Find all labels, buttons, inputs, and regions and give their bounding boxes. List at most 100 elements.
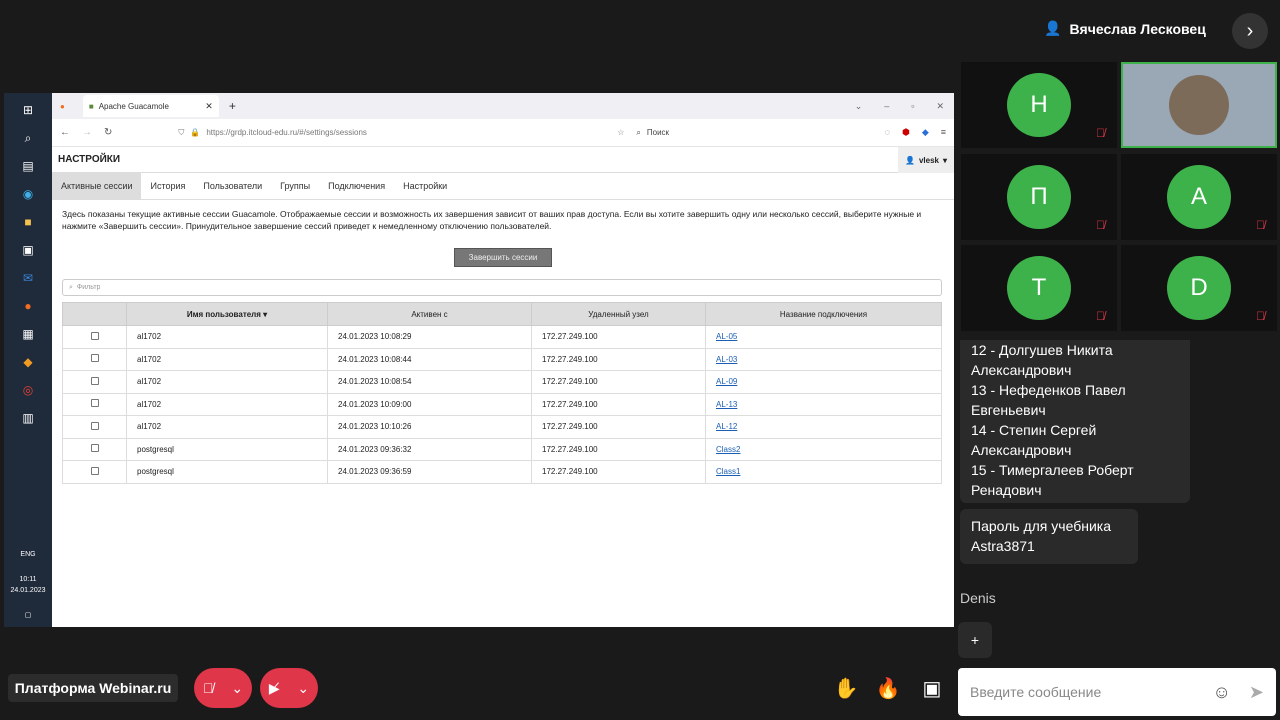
screen-share: ⊞ ⌕ ▤ ◉ ■ ▣ ✉ ● ▦ ◆ ◎ ▥ ENG 10:11 24.01.… [4, 93, 954, 627]
maximize-icon[interactable]: ▫ [911, 101, 914, 112]
connection-link[interactable]: Class1 [716, 467, 740, 476]
cell-remote-host: 172.27.249.100 [531, 325, 706, 349]
send-icon[interactable]: ➤ [1249, 682, 1264, 703]
forward-icon[interactable]: → [82, 127, 92, 138]
row-checkbox[interactable] [90, 421, 99, 430]
add-attachment-button[interactable]: + [958, 622, 992, 658]
message-input[interactable]: Введите сообщение ☺ ➤ [958, 668, 1276, 716]
close-window-icon[interactable]: ✕ [936, 101, 944, 112]
collapse-panel-button[interactable]: › [1232, 13, 1268, 49]
column-header-username[interactable]: Имя пользователя ▾ [126, 302, 328, 326]
chat-author: Denis [960, 590, 996, 606]
bookmark-star-icon[interactable]: ☆ [617, 128, 624, 137]
ublock-icon[interactable]: ⬢ [902, 127, 910, 138]
chevron-down-icon[interactable]: ⌄ [297, 680, 309, 697]
user-name: vlesk [918, 155, 939, 165]
search-icon: ⌕ [69, 283, 73, 291]
participant-tile[interactable]: D 🎙̸ [1121, 245, 1277, 331]
emoji-icon[interactable]: ☺ [1213, 682, 1231, 703]
menu-icon[interactable]: ≡ [941, 127, 946, 138]
filter-input[interactable]: ⌕ Фильтр [62, 279, 942, 296]
tab-active-sessions[interactable]: Активные сессии [52, 173, 142, 199]
chevron-down-icon[interactable]: ⌄ [231, 680, 243, 697]
connection-link[interactable]: AL-12 [716, 422, 737, 431]
connection-link[interactable]: AL-09 [716, 377, 737, 386]
row-checkbox[interactable] [90, 444, 99, 453]
picture-in-picture-icon[interactable]: ▣ [916, 672, 948, 704]
cell-connection: AL-05 [705, 325, 942, 349]
reload-icon[interactable]: ↻ [104, 127, 112, 138]
cell-connection: AL-13 [705, 392, 942, 416]
url-bar[interactable]: ⛉ 🔒 https://grdp.itcloud-edu.ru/#/settin… [174, 123, 624, 143]
chat-line: Александрович [971, 362, 1072, 378]
cell-connection: AL-12 [705, 415, 942, 439]
chrome-icon[interactable]: ◎ [17, 379, 39, 401]
windows-start-icon[interactable]: ⊞ [17, 99, 39, 121]
participant-tile[interactable]: Н 🎙̸ [961, 62, 1117, 148]
chat-line: 15 - Тимергалеев Роберт [971, 462, 1134, 478]
camera-toggle-button[interactable]: ▶̸ ⌄ [260, 668, 318, 708]
platform-brand[interactable]: Платформа Webinar.ru [8, 674, 178, 702]
app-icon-2[interactable]: ▥ [17, 407, 39, 429]
table-row: al1702 24.01.2023 10:08:54 172.27.249.100 A… [62, 370, 942, 394]
search-icon[interactable]: ⌕ [17, 127, 39, 149]
row-checkbox[interactable] [90, 331, 99, 340]
reaction-icon[interactable]: 🔥 [872, 672, 904, 704]
task-view-icon[interactable]: ▤ [17, 155, 39, 177]
column-header-remote-host[interactable]: Удаленный узел [531, 302, 706, 326]
pocket-icon[interactable]: ◌ [885, 127, 890, 138]
lang-indicator[interactable]: ENG [4, 549, 52, 560]
chat-line: 14 - Степин Сергей [971, 422, 1097, 438]
mic-toggle-button[interactable]: 🎙̸ ⌄ [194, 668, 252, 708]
tab-groups[interactable]: Группы [271, 173, 319, 199]
mail-icon[interactable]: ✉ [17, 267, 39, 289]
cell-username: al1702 [126, 370, 328, 394]
row-checkbox[interactable] [90, 376, 99, 385]
participant-video-tile[interactable] [1121, 62, 1277, 148]
tab-history[interactable]: История [141, 173, 194, 199]
search-placeholder: Поиск [646, 128, 670, 137]
user-menu[interactable]: 👤 vlesk ▾ [898, 147, 954, 173]
mic-off-icon: 🎙̸ [1096, 218, 1105, 232]
tab-connections[interactable]: Подключения [319, 173, 394, 199]
new-tab-icon[interactable]: + [229, 99, 236, 113]
participant-tile[interactable]: Т 🎙̸ [961, 245, 1117, 331]
raise-hand-icon[interactable]: ✋ [830, 672, 862, 704]
row-checkbox-cell [62, 392, 127, 416]
extension-icon[interactable]: ◆ [922, 127, 929, 138]
folder-icon[interactable]: ■ [17, 211, 39, 233]
minimize-icon[interactable]: – [884, 101, 889, 112]
chat-line: Александрович [971, 442, 1072, 458]
select-column-header [62, 302, 127, 326]
participant-tile[interactable]: А 🎙̸ [1121, 154, 1277, 240]
cell-remote-host: 172.27.249.100 [531, 347, 706, 371]
caret-down-icon: ▾ [942, 155, 947, 165]
column-header-active-since[interactable]: Активен с [327, 302, 532, 326]
tab-users[interactable]: Пользователи [194, 173, 271, 199]
end-sessions-button[interactable]: Завершить сессии [454, 248, 552, 267]
notifications-icon[interactable]: ▢ [4, 610, 52, 621]
firefox-icon[interactable]: ● [17, 295, 39, 317]
edge-icon[interactable]: ◉ [17, 183, 39, 205]
cell-active-since: 24.01.2023 10:10:26 [327, 415, 532, 439]
browser-tab[interactable]: ■ Apache Guacamole ✕ [82, 95, 219, 117]
remote-desktop-icon[interactable]: ▦ [17, 323, 39, 345]
row-checkbox[interactable] [90, 466, 99, 475]
app-icon[interactable]: ◆ [17, 351, 39, 373]
tab-list-icon[interactable]: ⌄ [855, 101, 863, 112]
column-header-connection-name[interactable]: Название подключения [705, 302, 942, 326]
row-checkbox[interactable] [90, 354, 99, 363]
lock-icon: 🔒 [190, 128, 201, 137]
row-checkbox[interactable] [90, 399, 99, 408]
connection-link[interactable]: AL-03 [716, 355, 737, 364]
connection-link[interactable]: Class2 [716, 445, 740, 454]
table-row: al1702 24.01.2023 10:08:44 172.27.249.100 A… [62, 347, 942, 371]
participant-tile[interactable]: П 🎙̸ [961, 154, 1117, 240]
connection-link[interactable]: AL-05 [716, 332, 737, 341]
connection-link[interactable]: AL-13 [716, 400, 737, 409]
close-tab-icon[interactable]: ✕ [205, 101, 213, 112]
back-icon[interactable]: ← [60, 127, 70, 138]
store-icon[interactable]: ▣ [17, 239, 39, 261]
search-bar[interactable]: ⌕ Поиск [636, 123, 806, 143]
tab-preferences[interactable]: Настройки [394, 173, 456, 199]
